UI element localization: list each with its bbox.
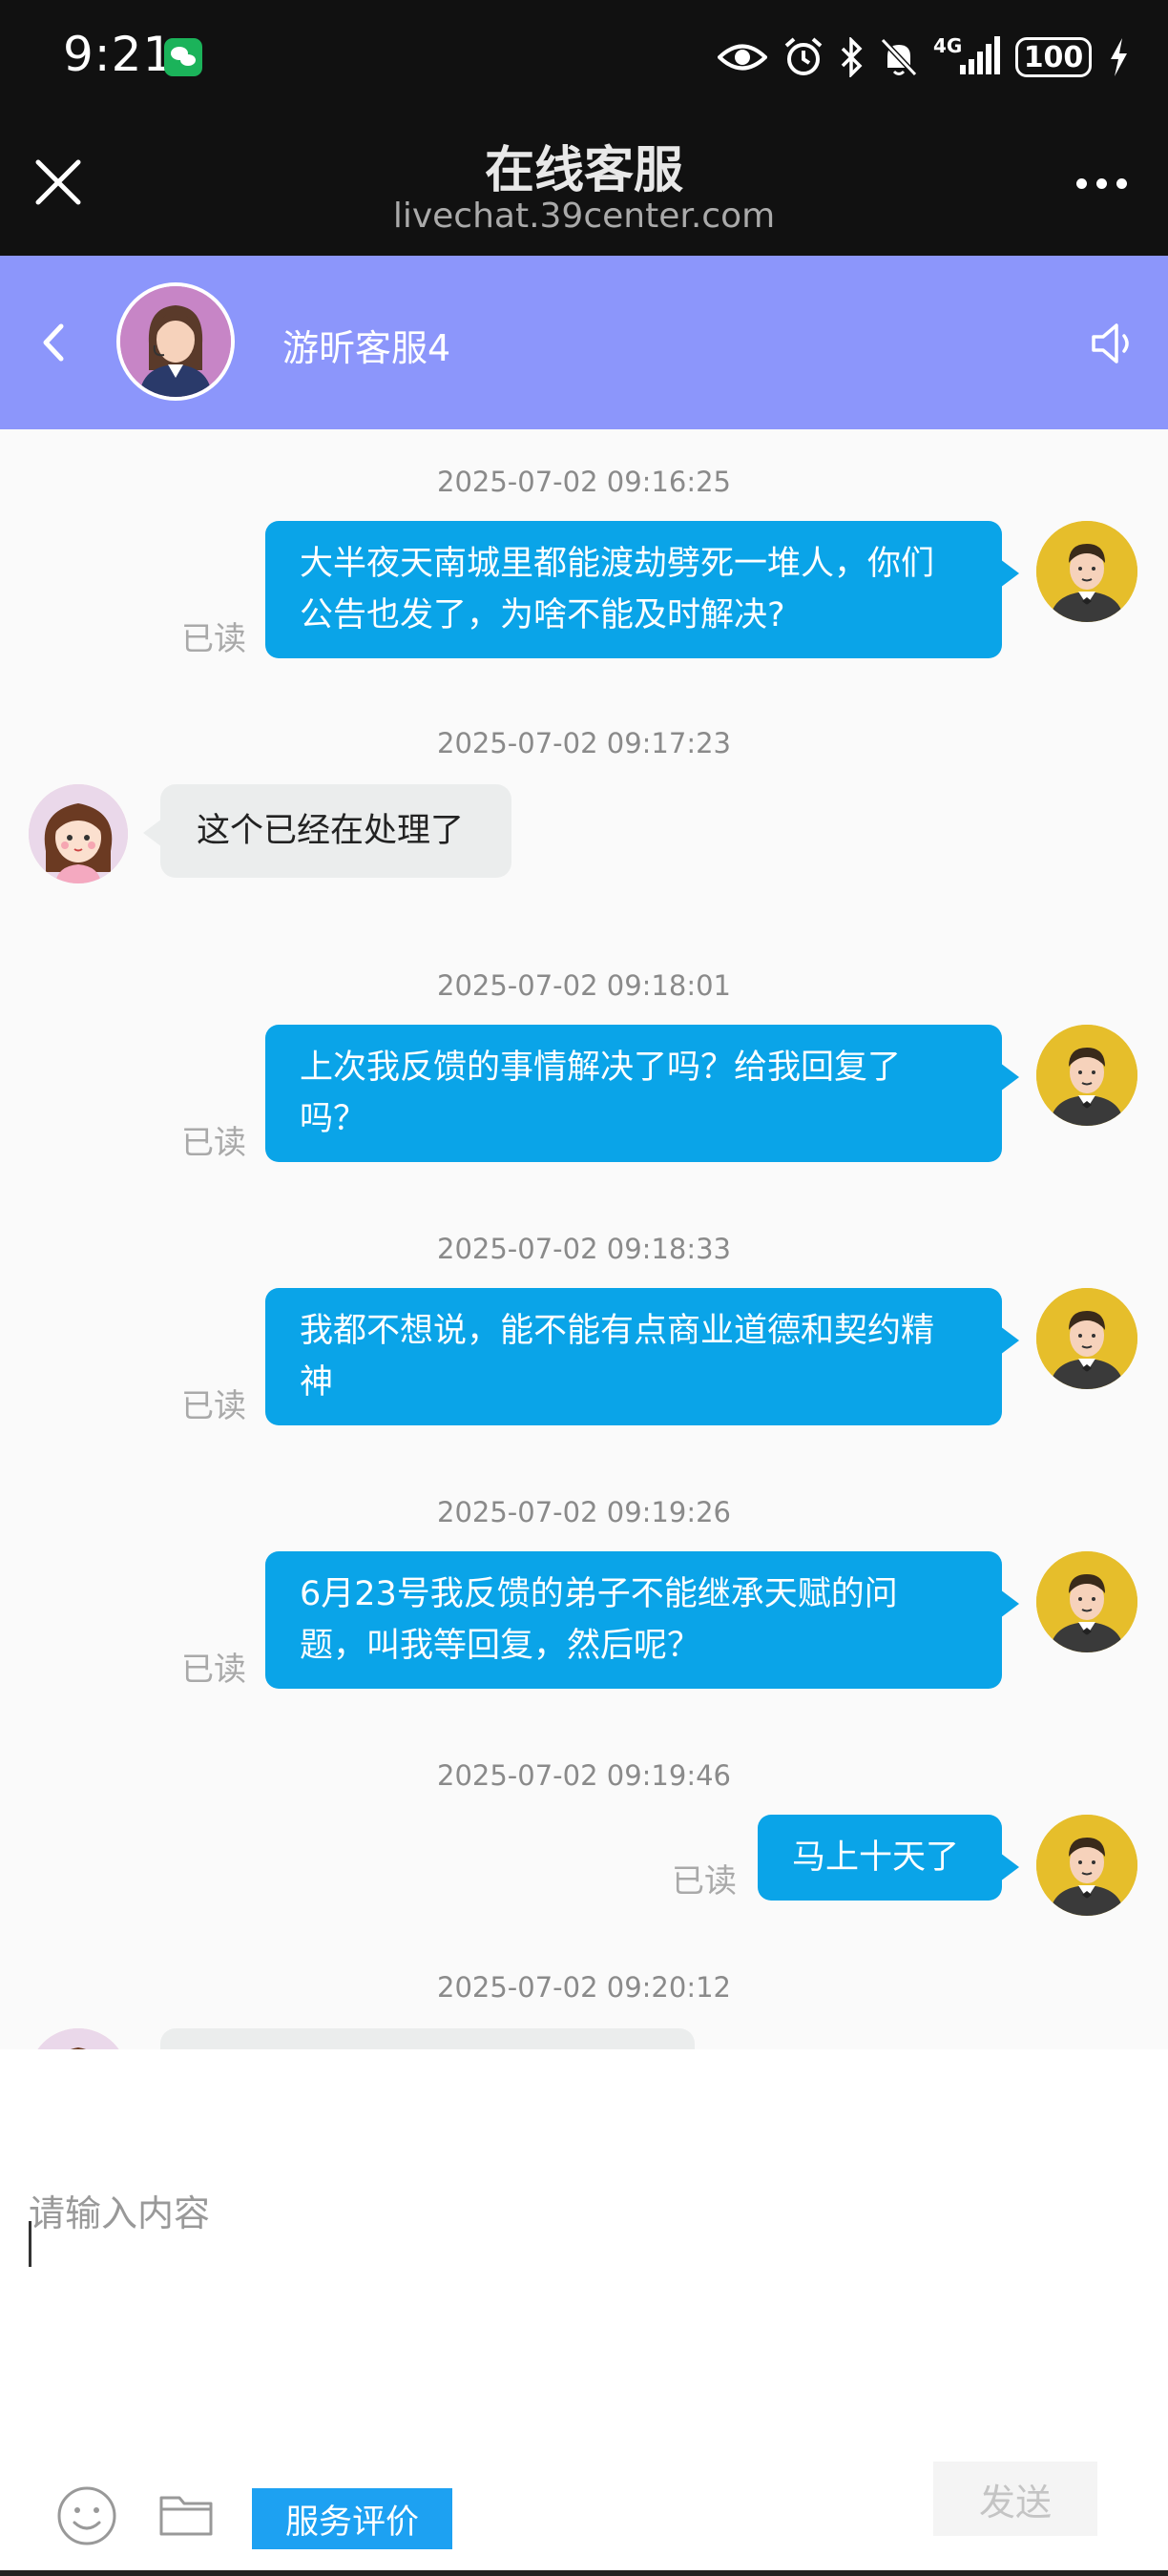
read-status: 已读: [181, 1387, 246, 1425]
bluetooth-icon: [841, 37, 863, 77]
message-text-line: 这个已经在处理了: [197, 812, 465, 850]
message-bubble-outgoing[interactable]: 大半夜天南城里都能渡劫劈死一堆人，你们 公告也发了，为啥不能及时解决?: [265, 521, 1019, 658]
read-status: 已读: [181, 1651, 246, 1689]
agent-avatar[interactable]: [116, 282, 235, 401]
message-text-line: 上次我反馈的事情解决了吗？给我回复了: [300, 1049, 902, 1087]
network-type: 4G: [933, 34, 963, 57]
read-status: 已读: [672, 1862, 737, 1901]
message-text-line: 吗？: [300, 1100, 367, 1138]
mute-bell-icon: [880, 37, 918, 77]
message-timestamp: 2025-07-02 09:19:46: [437, 1759, 731, 1792]
bottom-edge: [0, 2570, 1168, 2576]
message-list[interactable]: 2025-07-02 09:16:25 已读 大半夜天南城里都能渡劫劈死一堆人，…: [0, 429, 1168, 2049]
message-bubble-incoming[interactable]: 这个已经在处理了: [143, 784, 511, 878]
wechat-notification-icon: [164, 38, 202, 76]
status-icons: 4G 100: [718, 29, 1130, 86]
battery-indicator: 100: [1015, 37, 1092, 77]
message-bubble-outgoing[interactable]: 我都不想说，能不能有点商业道德和契约精 神: [265, 1288, 1019, 1425]
cs-avatar[interactable]: [29, 784, 128, 883]
alarm-icon: [784, 37, 823, 75]
message-timestamp: 2025-07-02 09:16:25: [437, 466, 731, 498]
page-title: 在线客服: [484, 142, 683, 199]
message-timestamp: 2025-07-02 09:18:33: [437, 1233, 731, 1265]
read-status: 已读: [181, 1124, 246, 1162]
chat-header: 游昕客服4: [0, 256, 1168, 429]
dot-icon: [1095, 177, 1107, 189]
service-rating-button[interactable]: 服务评价: [252, 2488, 452, 2549]
text-caret: [29, 2221, 31, 2267]
message-timestamp: 2025-07-02 09:18:01: [437, 969, 731, 1002]
charging-icon: [1111, 38, 1127, 76]
message-input[interactable]: [29, 2183, 1136, 2488]
more-options-button[interactable]: [1063, 164, 1139, 202]
send-button[interactable]: 发送: [933, 2462, 1097, 2536]
message-text-line: 题，叫我等回复，然后呢？: [300, 1627, 701, 1665]
message-text-line: 大半夜天南城里都能渡劫劈死一堆人，你们: [300, 545, 935, 583]
message-text-line: 神: [300, 1363, 334, 1402]
user-avatar[interactable]: [1036, 1288, 1137, 1389]
message-text-line: 马上十天了: [792, 1839, 960, 1877]
status-bar: 9:21 4G 100: [0, 0, 1168, 114]
webview-header: 在线客服 livechat.39center.com: [0, 114, 1168, 256]
message-timestamp: 2025-07-02 09:19:26: [437, 1496, 731, 1528]
back-arrow-icon[interactable]: [29, 313, 80, 372]
read-status: 已读: [181, 620, 246, 658]
message-bubble-outgoing[interactable]: 上次我反馈的事情解决了吗？给我回复了 吗？: [265, 1025, 1019, 1162]
user-avatar[interactable]: [1036, 1551, 1137, 1652]
folder-icon[interactable]: [158, 2490, 214, 2538]
dot-icon: [1075, 177, 1087, 189]
speaker-icon[interactable]: [1088, 317, 1141, 370]
signal-icon: 4G: [933, 34, 1000, 78]
message-bubble-outgoing[interactable]: 马上十天了: [758, 1815, 1019, 1901]
cs-avatar[interactable]: [29, 2028, 128, 2049]
message-text-line: 我都不想说，能不能有点商业道德和契约精: [300, 1312, 935, 1350]
agent-name: 游昕客服4: [282, 327, 451, 369]
user-avatar[interactable]: [1036, 1815, 1137, 1916]
user-avatar[interactable]: [1036, 1025, 1137, 1126]
user-avatar[interactable]: [1036, 521, 1137, 622]
dot-icon: [1116, 177, 1127, 189]
emoji-icon[interactable]: [55, 2484, 118, 2547]
status-time: 9:21: [63, 27, 175, 82]
eye-icon: [718, 44, 767, 71]
message-bubble-outgoing[interactable]: 6月23号我反馈的弟子不能继承天赋的问 题，叫我等回复，然后呢？: [265, 1551, 1019, 1689]
message-timestamp: 2025-07-02 09:20:12: [437, 1971, 731, 2004]
message-text-line: 6月23号我反馈的弟子不能继承天赋的问: [300, 1575, 898, 1613]
page-url: livechat.39center.com: [392, 197, 776, 236]
message-bubble-incoming[interactable]: [160, 2028, 695, 2049]
message-text-line: 公告也发了，为啥不能及时解决?: [300, 596, 785, 634]
message-timestamp: 2025-07-02 09:17:23: [437, 727, 731, 759]
